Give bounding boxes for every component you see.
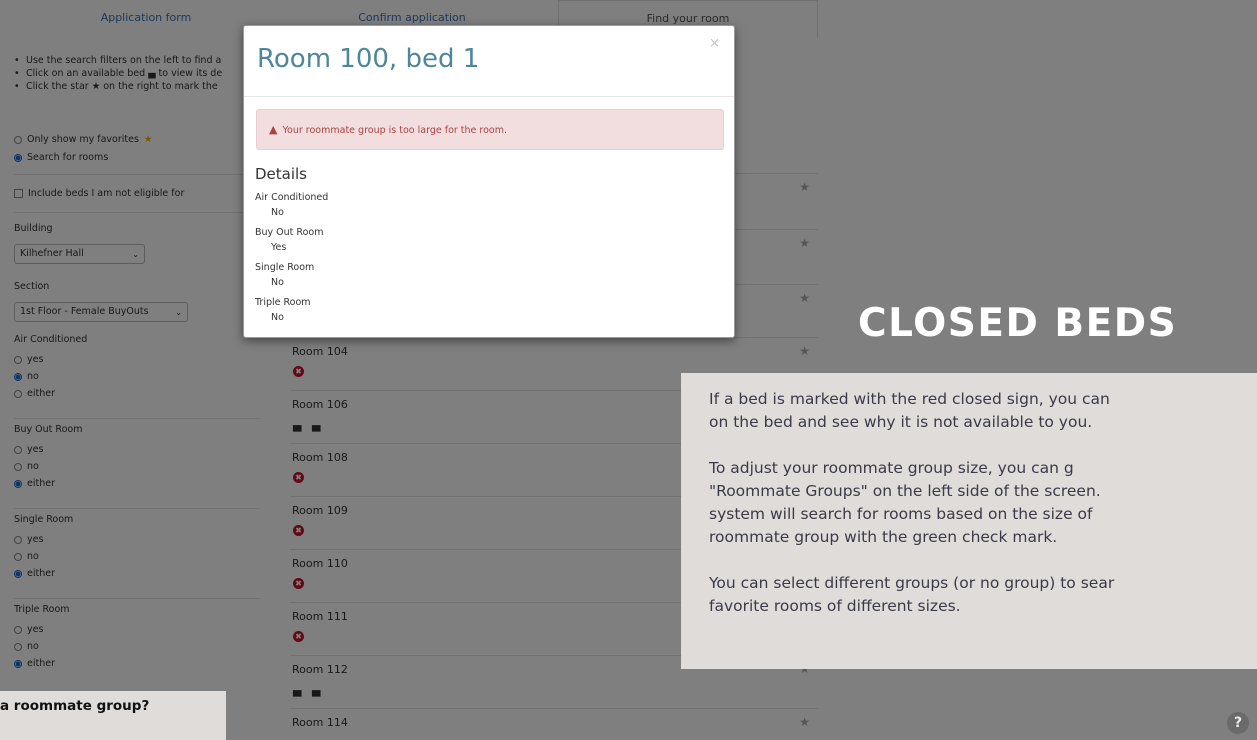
alert-text: Your roommate group is too large for the… [282, 125, 508, 136]
detail-value: No [271, 207, 284, 218]
detail-label: Buy Out Room [255, 227, 324, 238]
warning-icon: ▲ [269, 123, 278, 136]
detail-label: Triple Room [255, 297, 311, 308]
modal-divider [244, 96, 734, 97]
explanation-panel: If a bed is marked with the red closed s… [681, 373, 1257, 669]
bed-details-modal: Room 100, bed 1 × ▲ Your roommate group … [243, 25, 735, 338]
detail-value: No [271, 277, 284, 288]
explanation-line: favorite rooms of different sizes. [709, 597, 961, 615]
explanation-line: You can select different groups (or no g… [709, 574, 1115, 592]
detail-label: Air Conditioned [255, 192, 329, 203]
close-icon[interactable]: × [709, 36, 720, 51]
roommate-group-alert: ▲ Your roommate group is too large for t… [256, 109, 724, 150]
overlay-heading: CLOSED BEDS [858, 301, 1178, 346]
details-heading: Details [255, 165, 308, 183]
explanation-line: If a bed is marked with the red closed s… [709, 390, 1110, 408]
explanation-line: roommate group with the green check mark… [709, 528, 1058, 546]
explanation-line: To adjust your roommate group size, you … [709, 459, 1074, 477]
detail-value: Yes [271, 242, 287, 253]
roommate-group-callout: a roommate group? [0, 691, 226, 740]
explanation-line: system will search for rooms based on th… [709, 505, 1093, 523]
explanation-line: on the bed and see why it is not availab… [709, 413, 1093, 431]
help-button[interactable]: ? [1227, 712, 1249, 734]
detail-label: Single Room [255, 262, 315, 273]
modal-title: Room 100, bed 1 [257, 44, 480, 74]
detail-value: No [271, 312, 284, 323]
explanation-line: "Roommate Groups" on the left side of th… [709, 482, 1101, 500]
